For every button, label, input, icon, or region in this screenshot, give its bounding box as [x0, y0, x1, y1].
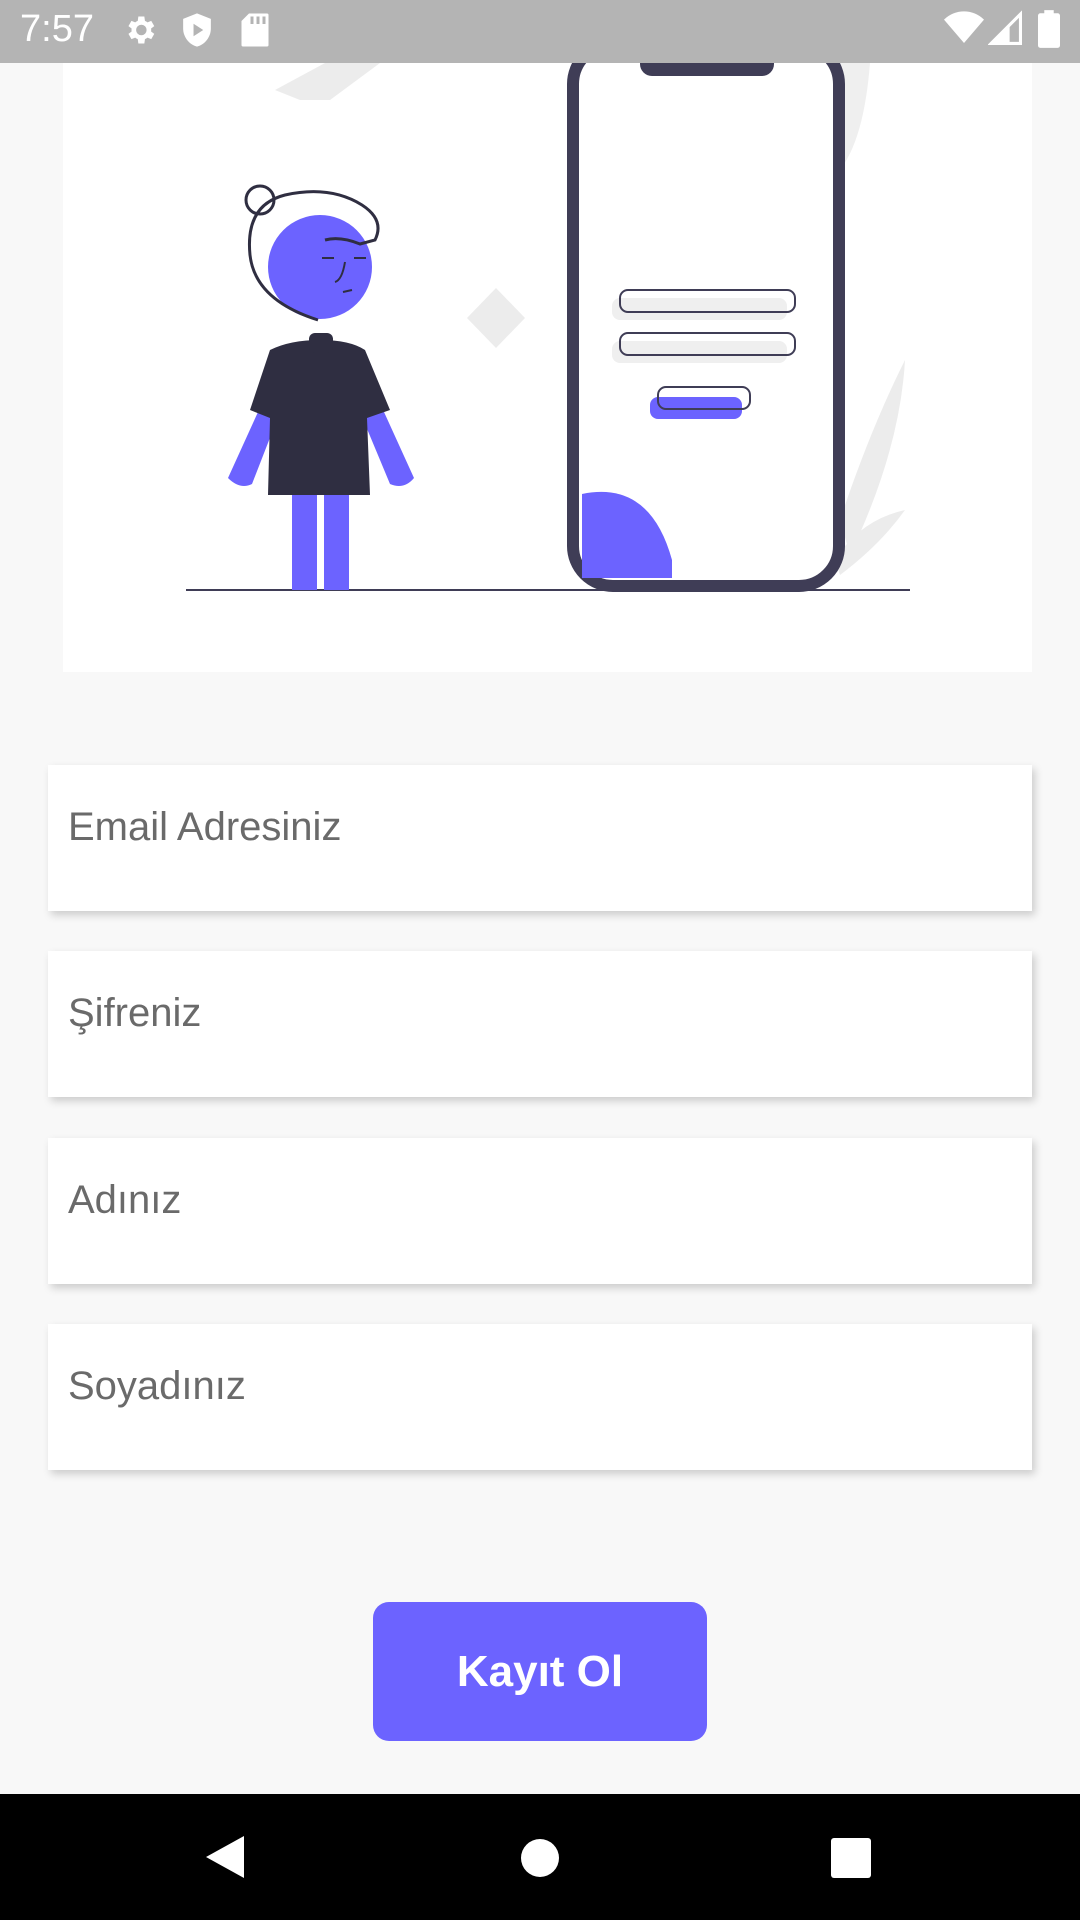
home-icon[interactable] — [520, 1838, 560, 1878]
decor-diamond — [467, 288, 525, 348]
email-placeholder: Email Adresiniz — [68, 805, 342, 849]
person-figure — [228, 184, 414, 590]
register-button-label: Kayıt Ol — [456, 1646, 624, 1696]
phone-notch — [640, 44, 774, 76]
name-field[interactable]: Adınız — [48, 1138, 1032, 1284]
surname-placeholder: Soyadınız — [68, 1364, 246, 1408]
wifi-icon — [944, 11, 984, 43]
status-bar: 7:57 — [0, 0, 1080, 63]
signal-icon — [988, 10, 1022, 45]
decor-shape — [275, 63, 380, 100]
login-illustration — [63, 38, 1032, 672]
register-screen: 7:57 Email Adresiniz Şifreniz Adınız Soy… — [0, 0, 1080, 1920]
password-field[interactable]: Şifreniz — [48, 951, 1032, 1097]
surname-field[interactable]: Soyadınız — [48, 1324, 1032, 1470]
sd-card-icon — [241, 13, 269, 47]
battery-icon — [1038, 10, 1060, 48]
email-field[interactable]: Email Adresiniz — [48, 765, 1032, 911]
phone-side-button — [839, 170, 845, 230]
person-with-phone-illustration — [186, 38, 910, 592]
navigation-bar — [0, 1794, 1080, 1920]
back-icon[interactable] — [204, 1834, 246, 1880]
register-button[interactable]: Kayıt Ol — [373, 1602, 707, 1741]
recents-icon[interactable] — [831, 1838, 871, 1878]
status-time: 7:57 — [20, 8, 94, 50]
gear-icon — [128, 16, 155, 44]
password-placeholder: Şifreniz — [68, 991, 202, 1035]
name-placeholder: Adınız — [68, 1178, 182, 1222]
shield-play-icon — [183, 13, 211, 47]
